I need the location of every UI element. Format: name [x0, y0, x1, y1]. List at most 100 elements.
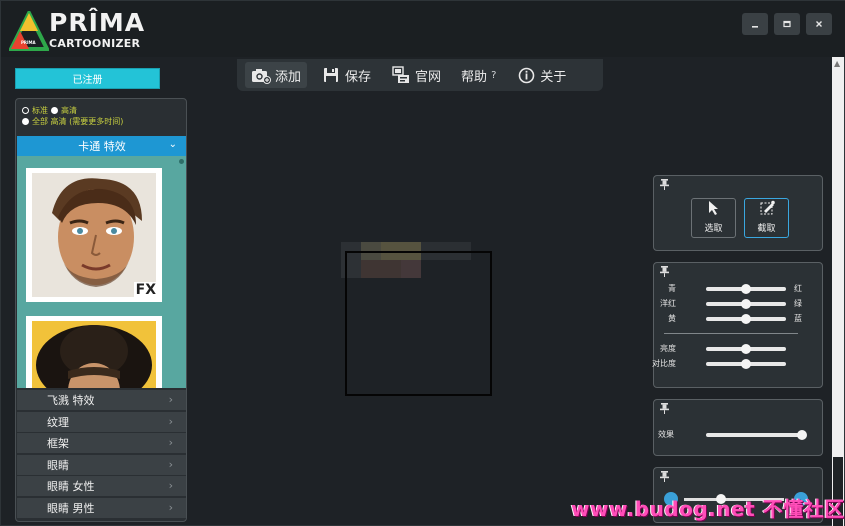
chevron-right-icon: › [168, 457, 173, 471]
slider-knob[interactable] [741, 314, 751, 324]
category-eyes[interactable]: 眼睛 › [17, 454, 186, 476]
radio-standard[interactable] [22, 107, 29, 114]
selection-panel: 选取 截取 [653, 175, 823, 251]
category-label: 框架 [47, 437, 69, 450]
save-button[interactable]: 保存 [315, 62, 377, 88]
chevron-right-icon: › [168, 414, 173, 428]
app-window: PRIMA PRÎMA CARTOONIZER 已注册 添加 保存 官网 帮助 … [0, 0, 845, 526]
category-eyes-female[interactable]: 眼睛 女性 › [17, 476, 186, 497]
brightness-slider[interactable]: 亮度 [654, 342, 822, 356]
slider-left-label: 亮度 [660, 344, 676, 353]
pin-icon[interactable] [660, 403, 669, 417]
category-label: 纹理 [47, 415, 69, 429]
help-button[interactable]: 帮助 ? [455, 62, 502, 88]
category-texture[interactable]: 纹理 › [17, 411, 186, 433]
hd-label: 高清 [61, 106, 77, 115]
watermark-text: www.budog.net 不懂社区 [571, 497, 845, 521]
slider-left-label: 对比度 [652, 359, 676, 368]
question-icon: ? [491, 69, 497, 81]
minimize-icon [752, 26, 758, 28]
crop-tool-button[interactable]: 截取 [744, 198, 789, 238]
effect-thumbnail[interactable]: FX [26, 168, 162, 302]
slider-track[interactable] [706, 314, 786, 324]
slider-track[interactable] [706, 359, 786, 369]
maximize-button[interactable] [774, 13, 800, 35]
section-title: 卡通 特效 [78, 140, 126, 153]
effect-strength-panel: 效果 [653, 399, 823, 456]
main-toolbar: 添加 保存 官网 帮助 ? 关于 [237, 59, 603, 91]
cartoon-face-image [32, 173, 156, 297]
prima-logo: PRIMA PRÎMA CARTOONIZER [9, 9, 149, 53]
slider-knob[interactable] [741, 359, 751, 369]
crop-icon [745, 199, 788, 221]
save-label: 保存 [345, 69, 372, 85]
slider-knob[interactable] [741, 284, 751, 294]
slider-knob[interactable] [741, 299, 751, 309]
website-label: 官网 [415, 69, 442, 85]
maximize-icon [783, 20, 791, 28]
divider [664, 333, 798, 334]
effect-slider[interactable]: 效果 [654, 428, 822, 442]
website-button[interactable]: 官网 [385, 62, 447, 88]
cartoon-effects-header[interactable]: 卡通 特效 ⌄ [17, 136, 186, 156]
slider-track[interactable] [706, 299, 786, 309]
slider-knob[interactable] [797, 430, 807, 440]
effect-thumbnail[interactable] [26, 316, 162, 388]
category-label: 飞溅 特效 [47, 394, 95, 407]
category-splash-effects[interactable]: 飞溅 特效 › [17, 390, 186, 411]
minimize-button[interactable] [742, 13, 768, 35]
contrast-slider[interactable]: 对比度 [652, 357, 822, 371]
chevron-right-icon: › [168, 479, 173, 492]
chevron-right-icon: › [168, 436, 173, 449]
slider-left-label: 黄 [668, 314, 676, 323]
radio-all-hd[interactable] [22, 118, 29, 125]
category-label: 眼睛 女性 [47, 480, 95, 493]
slider-track[interactable] [706, 284, 786, 294]
cyan-red-slider[interactable]: 青 红 [654, 282, 822, 296]
info-icon [516, 66, 536, 84]
category-label: 眼睛 [47, 458, 69, 472]
cursor-icon [692, 199, 735, 221]
slider-track[interactable] [706, 344, 786, 354]
logo-triangle-icon [9, 11, 49, 51]
quality-options: 标准 高清 全部 高清 (需要更多时间) [16, 99, 186, 127]
registered-button[interactable]: 已注册 [15, 68, 160, 89]
title-bar: PRIMA PRÎMA CARTOONIZER [1, 1, 845, 57]
about-button[interactable]: 关于 [510, 62, 572, 88]
add-label: 添加 [275, 69, 302, 85]
main-scrollbar[interactable]: ▲ [832, 57, 844, 526]
radio-hd[interactable] [51, 107, 58, 114]
close-button[interactable] [806, 13, 832, 35]
add-button[interactable]: 添加 [245, 62, 308, 88]
category-list: 飞溅 特效 › 纹理 › 框架 › 眼睛 › 眼睛 女性 › 眼睛 男性 › [17, 390, 186, 519]
cartoon-hat-image [32, 321, 156, 388]
window-controls [742, 13, 832, 35]
pin-icon[interactable] [660, 471, 669, 485]
website-icon [391, 66, 411, 84]
pin-icon[interactable] [660, 266, 669, 280]
magenta-green-slider[interactable]: 洋红 绿 [654, 297, 822, 311]
category-eyes-male[interactable]: 眼睛 男性 › [17, 497, 186, 519]
close-icon [816, 21, 822, 27]
category-frame[interactable]: 框架 › [17, 433, 186, 454]
slider-knob[interactable] [741, 344, 751, 354]
camera-add-icon [251, 66, 271, 84]
select-tool-button[interactable]: 选取 [691, 198, 736, 238]
standard-label: 标准 [32, 106, 48, 115]
effects-panel: 标准 高清 全部 高清 (需要更多时间) 卡通 特效 ⌄ FX 飞溅 特效 › … [15, 98, 187, 522]
slider-right-label: 蓝 [794, 314, 802, 323]
chevron-down-icon: ⌄ [168, 139, 177, 150]
logo-subtitle: CARTOONIZER [49, 37, 141, 50]
crop-rectangle[interactable] [345, 251, 492, 396]
scroll-up-arrow-icon[interactable]: ▲ [834, 59, 840, 68]
about-label: 关于 [540, 69, 567, 85]
fx-badge: FX [133, 282, 158, 298]
slider-track[interactable] [706, 430, 807, 440]
pin-icon[interactable] [660, 179, 669, 193]
help-label: 帮助 [461, 69, 488, 85]
slider-right-label: 红 [794, 284, 802, 293]
slider-right-label: 绿 [794, 299, 802, 308]
all-hd-label: 全部 高清 (需要更多时间) [32, 117, 124, 126]
yellow-blue-slider[interactable]: 黄 蓝 [654, 312, 822, 326]
effect-label: 效果 [658, 430, 674, 439]
